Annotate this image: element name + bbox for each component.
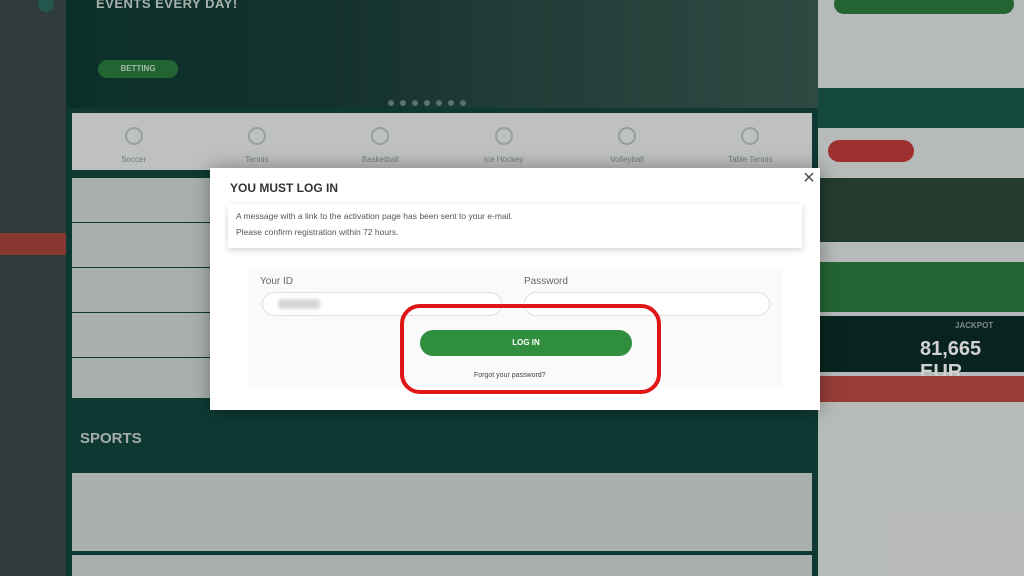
blurred-id-value [278, 299, 320, 309]
close-icon[interactable]: ✕ [800, 170, 818, 188]
id-label: Your ID [260, 276, 293, 287]
modal-title: YOU MUST LOG IN [230, 181, 338, 195]
message-line-2: Please confirm registration within 72 ho… [236, 227, 399, 237]
activation-message: A message with a link to the activation … [228, 204, 802, 248]
annotation-highlight [400, 304, 661, 394]
message-line-1: A message with a link to the activation … [236, 211, 513, 221]
password-label: Password [524, 276, 568, 287]
